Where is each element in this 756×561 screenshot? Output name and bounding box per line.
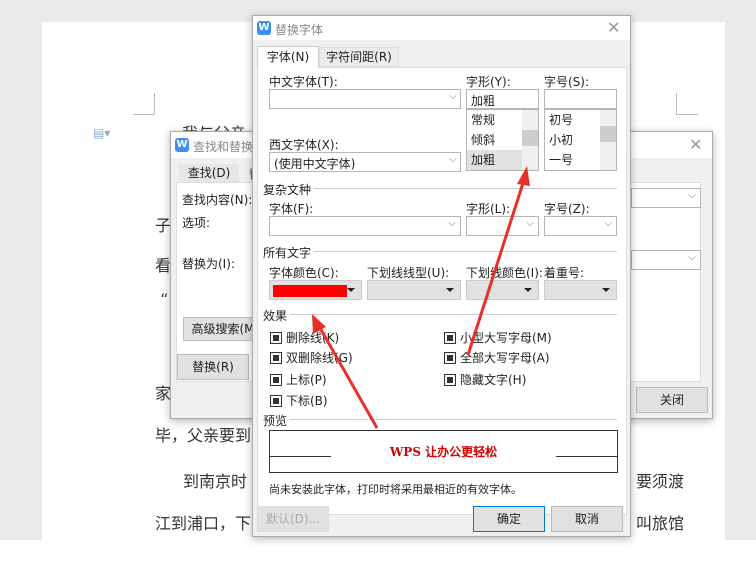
arrow-head-icon (312, 314, 326, 334)
arrow-to-style (466, 179, 526, 356)
arrow-head-icon (517, 166, 530, 186)
section-preview: 预览 (263, 412, 291, 429)
section-all-text: 所有文字 (263, 244, 315, 261)
section-effects: 效果 (263, 307, 291, 324)
arrow-to-color (318, 327, 379, 429)
annotation-arrows (312, 166, 530, 429)
section-complex: 复杂文种 (263, 181, 315, 198)
tab-font[interactable]: 字体(N) (257, 46, 319, 68)
